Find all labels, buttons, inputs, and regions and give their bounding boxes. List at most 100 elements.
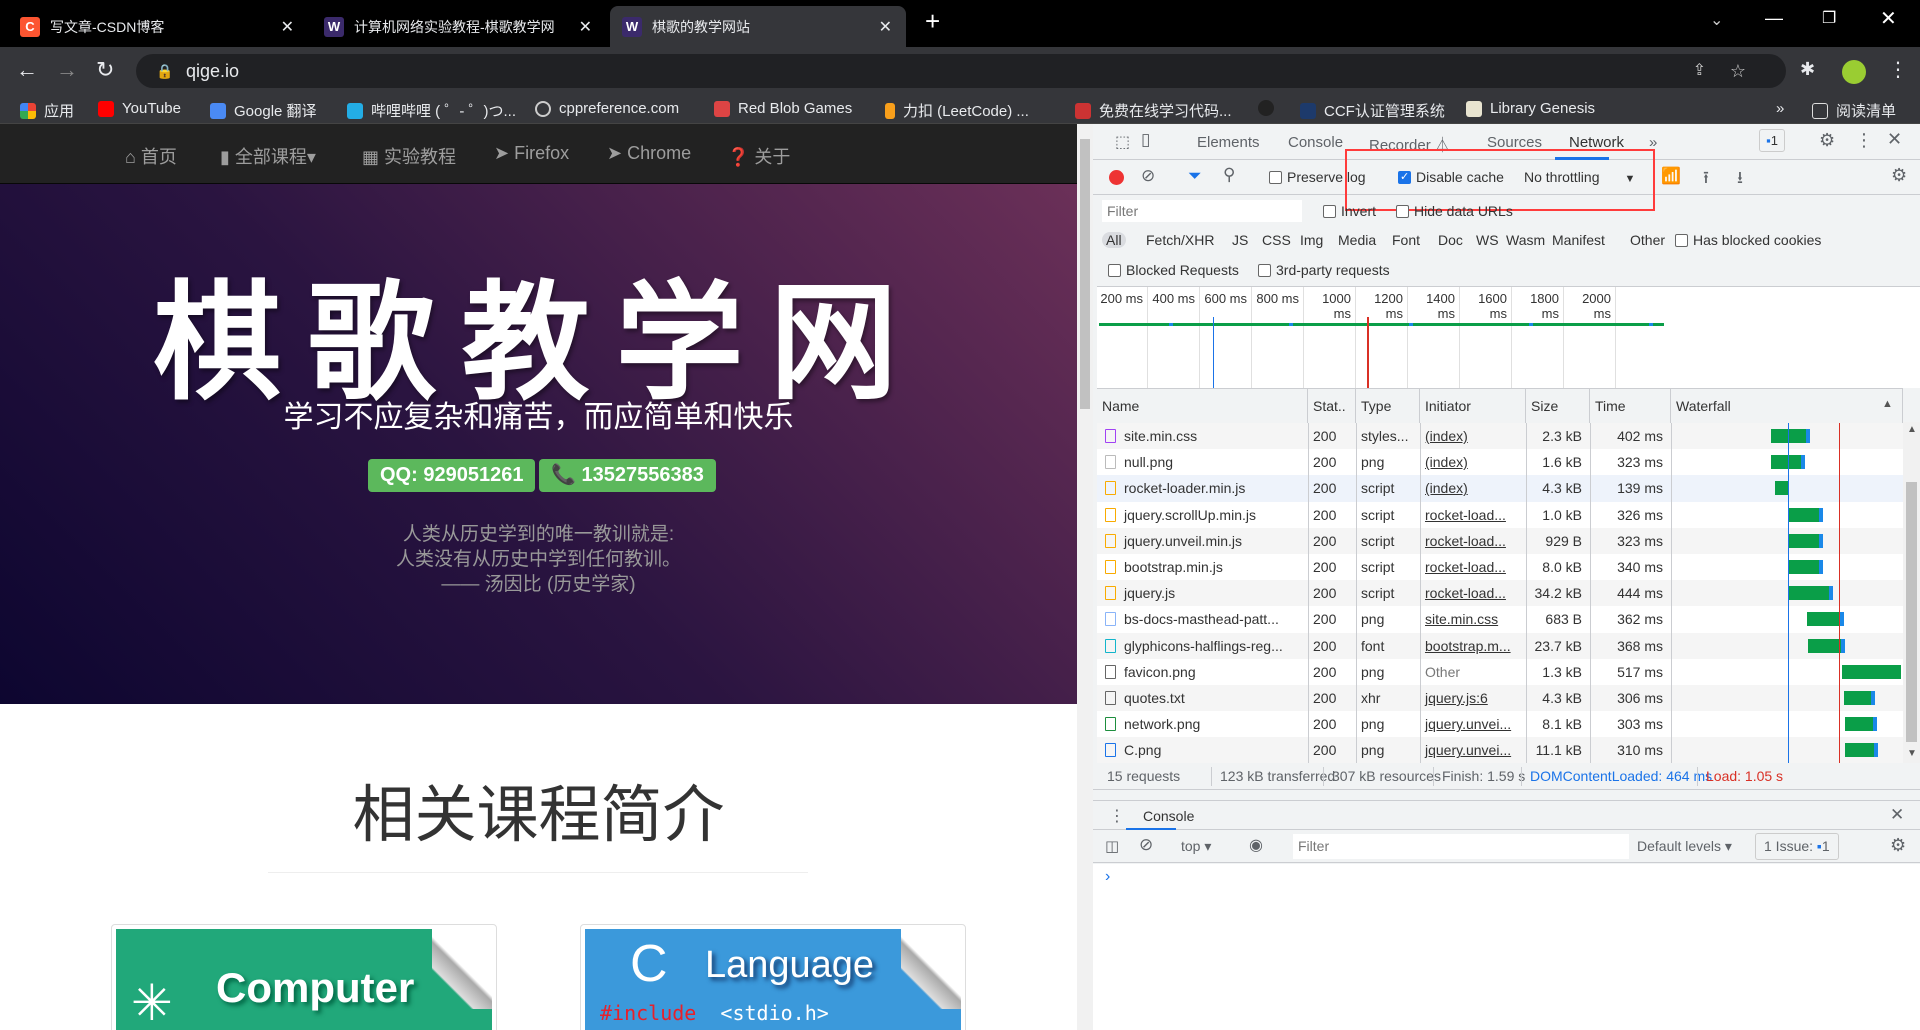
console-filter-input[interactable]: Filter [1293, 834, 1629, 859]
bookmark-bilibili[interactable]: 哔哩哔哩 ( ゜- ゜)つ... [347, 100, 516, 121]
column-header-stat[interactable]: Stat.. [1308, 389, 1356, 423]
table-row[interactable]: jquery.unveil.min.js 200 script rocket-load… [1097, 527, 1903, 555]
network-settings-icon[interactable]: ⚙ [1891, 165, 1907, 186]
clear-console-icon[interactable]: ⊘ [1139, 835, 1153, 855]
bookmark-libgen[interactable]: Library Genesis [1466, 100, 1595, 117]
network-overview[interactable]: 200 ms 400 ms 600 ms 800 ms 1000 ms 1200 ms 14… [1097, 286, 1920, 388]
console-settings-icon[interactable]: ⚙ [1890, 835, 1906, 856]
hide-data-urls-checkbox[interactable]: Hide data URLs [1396, 203, 1513, 219]
phone-button[interactable]: 📞 13527556383 [539, 459, 716, 492]
table-row[interactable]: network.png 200 png jquery.unvei... 8.1 kB 30… [1097, 711, 1903, 739]
device-toolbar-icon[interactable]: ▯ [1141, 130, 1150, 150]
cell-initiator[interactable]: rocket-load... [1420, 580, 1526, 606]
close-tab-icon[interactable]: ✕ [879, 17, 892, 37]
close-tab-icon[interactable]: ✕ [281, 17, 294, 37]
share-icon[interactable]: ⇪ [1693, 54, 1706, 88]
column-header-name[interactable]: Name [1097, 389, 1308, 423]
column-header-type[interactable]: Type [1356, 389, 1420, 423]
settings-gear-icon[interactable]: ⚙ [1819, 130, 1835, 151]
cell-initiator[interactable]: jquery.unvei... [1420, 737, 1526, 763]
request-name[interactable]: C.png [1097, 737, 1308, 763]
nav-firefox[interactable]: ➤ Firefox [494, 143, 569, 164]
blocked-requests-checkbox[interactable]: Blocked Requests [1108, 262, 1239, 278]
tab-elements[interactable]: Elements [1197, 134, 1260, 151]
filter-icon[interactable]: ⏷ [1188, 166, 1202, 186]
column-header-waterfall[interactable]: Waterfall [1671, 389, 1903, 423]
issues-button[interactable]: ▪1 [1759, 129, 1785, 152]
inspect-element-icon[interactable]: ⬚ [1115, 132, 1130, 152]
menu-icon[interactable]: ⋮ [1888, 57, 1908, 82]
type-filter-ws[interactable]: WS [1472, 232, 1503, 248]
request-name[interactable]: network.png [1097, 711, 1308, 737]
column-header-size[interactable]: Size [1526, 389, 1590, 423]
bookmark-leetcode[interactable]: 力扣 (LeetCode) ... [885, 100, 1029, 121]
context-select[interactable]: top ▾ [1181, 838, 1211, 855]
bookmark-github[interactable] [1258, 100, 1282, 116]
cell-initiator[interactable]: (index) [1420, 423, 1526, 449]
restore-button[interactable]: ❐ [1822, 8, 1836, 28]
log-levels-select[interactable]: Default levels ▾ [1637, 838, 1732, 855]
reading-list-button[interactable]: 阅读清单 [1812, 100, 1896, 121]
has-blocked-cookies-checkbox[interactable]: Has blocked cookies [1675, 232, 1821, 248]
request-name[interactable]: rocket-loader.min.js [1097, 475, 1308, 501]
browser-tab-active[interactable]: W 棋歌的教学网站 ✕ [610, 6, 906, 47]
cell-initiator[interactable]: (index) [1420, 449, 1526, 475]
sidebar-toggle-icon[interactable]: ◫ [1105, 837, 1119, 855]
bookmark-redblobgames[interactable]: Red Blob Games [714, 100, 852, 117]
minimize-button[interactable]: — [1765, 8, 1783, 29]
type-filter-media[interactable]: Media [1334, 232, 1380, 248]
console-prompt[interactable]: › [1105, 868, 1110, 886]
table-row[interactable]: favicon.png 200 png Other 1.3 kB 517 ms [1097, 658, 1903, 686]
nav-chrome[interactable]: ➤ Chrome [607, 143, 691, 164]
import-har-icon[interactable]: ⭱ [1703, 165, 1709, 194]
close-drawer-icon[interactable]: ✕ [1890, 805, 1904, 825]
console-output[interactable]: › [1093, 864, 1920, 1030]
type-filter-fetchxhr[interactable]: Fetch/XHR [1142, 232, 1218, 248]
cell-initiator[interactable]: rocket-load... [1420, 554, 1526, 580]
table-row[interactable]: bs-docs-masthead-patt... 200 png site.min.c… [1097, 606, 1903, 634]
profile-avatar[interactable] [1842, 60, 1866, 84]
tab-console[interactable]: Console [1288, 134, 1343, 151]
table-row[interactable]: rocket-loader.min.js 200 script (index) 4.3 … [1097, 475, 1903, 503]
cell-initiator[interactable]: rocket-load... [1420, 502, 1526, 528]
request-name[interactable]: glyphicons-halflings-reg... [1097, 633, 1308, 659]
column-header-initiator[interactable]: Initiator [1420, 389, 1526, 423]
bookmark-cppreference[interactable]: cppreference.com [535, 100, 679, 117]
cell-initiator[interactable]: bootstrap.m... [1420, 633, 1526, 659]
clear-icon[interactable]: ⊘ [1141, 166, 1155, 186]
browser-tab[interactable]: W 计算机网络实验教程-棋歌教学网 ✕ [312, 6, 606, 47]
type-filter-doc[interactable]: Doc [1434, 232, 1467, 248]
table-scrollbar[interactable]: ▲ ▼ [1903, 422, 1920, 763]
table-row[interactable]: bootstrap.min.js 200 script rocket-load... 8… [1097, 554, 1903, 581]
nav-about[interactable]: ❓ 关于 [727, 143, 790, 169]
table-row[interactable]: null.png 200 png (index) 1.6 kB 323 ms [1097, 449, 1903, 477]
page-scrollbar[interactable] [1077, 124, 1093, 1030]
type-filter-all[interactable]: All [1102, 232, 1126, 248]
tab-search-icon[interactable]: ⌄ [1710, 10, 1723, 30]
browser-tab[interactable]: C 写文章-CSDN博客 ✕ [8, 6, 308, 47]
extensions-icon[interactable]: ✱ [1800, 59, 1815, 80]
cell-initiator[interactable]: site.min.css [1420, 606, 1526, 632]
request-name[interactable]: jquery.js [1097, 580, 1308, 606]
drawer-menu-icon[interactable]: ⋮ [1109, 806, 1125, 826]
new-tab-button[interactable]: + [925, 6, 940, 37]
type-filter-img[interactable]: Img [1296, 232, 1327, 248]
scrollbar-thumb[interactable] [1080, 139, 1090, 409]
record-button[interactable] [1109, 170, 1124, 185]
back-icon[interactable]: ← [16, 57, 38, 83]
address-bar[interactable]: 🔒 qige.io ⇪ ☆ [136, 54, 1786, 88]
sort-ascending-icon[interactable]: ▲ [1882, 398, 1893, 410]
cell-initiator[interactable]: Other [1420, 659, 1526, 685]
nav-home[interactable]: ⌂ 首页 [125, 143, 177, 169]
close-tab-icon[interactable]: ✕ [579, 17, 592, 37]
qq-button[interactable]: QQ: 929051261 [368, 459, 536, 492]
cell-initiator[interactable]: jquery.js:6 [1420, 685, 1526, 711]
course-card-c-language[interactable]: C Language #include <stdio.h> [580, 924, 966, 1030]
close-devtools-icon[interactable]: ✕ [1887, 129, 1902, 150]
live-expression-eye-icon[interactable]: ◉ [1249, 835, 1263, 855]
request-name[interactable]: jquery.scrollUp.min.js [1097, 502, 1308, 528]
request-name[interactable]: bs-docs-masthead-patt... [1097, 606, 1308, 632]
network-conditions-icon[interactable]: 📶 [1661, 166, 1681, 186]
request-name[interactable]: bootstrap.min.js [1097, 554, 1308, 580]
table-row[interactable]: jquery.scrollUp.min.js 200 script rocket-lo… [1097, 501, 1903, 529]
